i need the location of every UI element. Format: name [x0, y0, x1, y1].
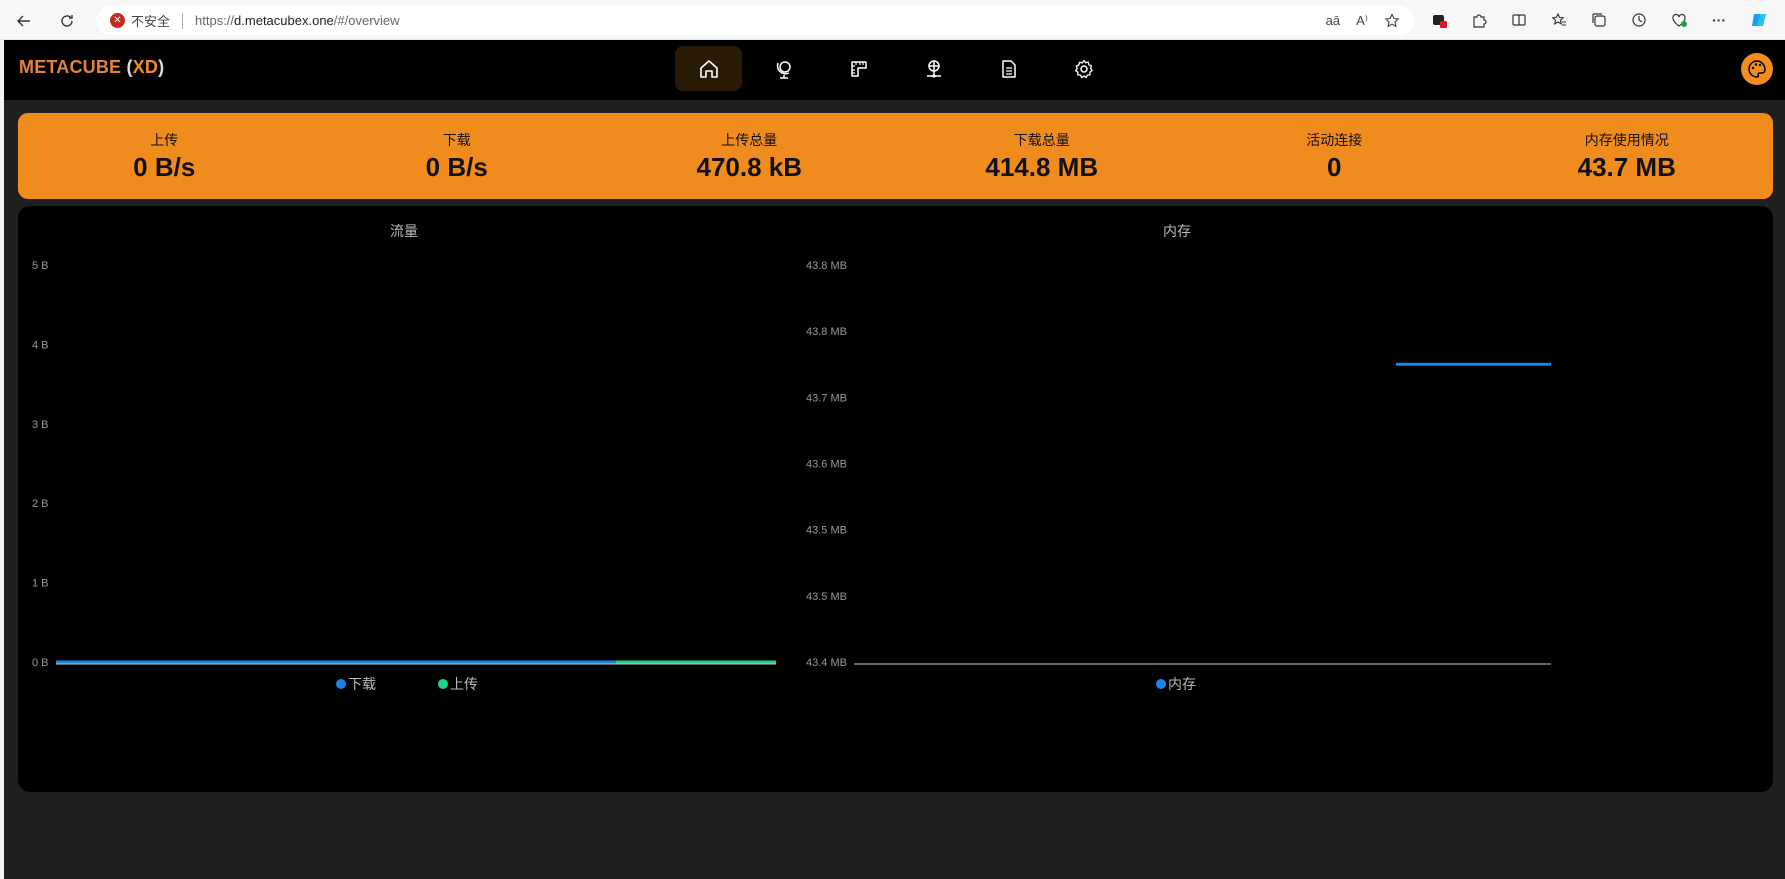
tab-overview[interactable] [675, 46, 742, 91]
not-secure-icon: ✕ [110, 13, 125, 28]
legend-marker [336, 679, 346, 689]
url-text[interactable]: https://d.metacubex.one/#/overview [195, 13, 400, 28]
y-tick-label: 43.4 MB [806, 657, 847, 669]
split-screen-icon[interactable] [1508, 9, 1530, 31]
app-root: METACUBE (XD) 上传 0 B/s 下载 0 B/s 上传总量 470… [4, 40, 1785, 879]
browser-essentials-icon[interactable] [1668, 9, 1690, 31]
legend-label: 内存 [1168, 676, 1196, 692]
legend-marker [1156, 679, 1166, 689]
top-navigation: METACUBE (XD) [4, 40, 1785, 100]
home-icon [699, 59, 718, 78]
reload-icon [61, 15, 73, 27]
charts-svg: 流量 0 B 1 B 2 B 3 B 4 B 5 B 下载 上传 内存 43.4 MB 43.5 MB… [32, 223, 1551, 692]
tab-rules[interactable] [825, 46, 892, 91]
stat-item: 下载总量 414.8 MB [896, 113, 1189, 199]
y-tick-label: 0 B [32, 657, 49, 669]
app-logo[interactable]: METACUBE (XD) [19, 57, 164, 78]
stat-item: 活动连接 0 [1188, 113, 1481, 199]
chart-title: 内存 [1163, 223, 1191, 239]
logo-paren-close: ) [158, 57, 165, 77]
favorite-star-icon[interactable] [1384, 12, 1400, 29]
y-tick-label: 43.8 MB [806, 260, 847, 272]
favorites-icon[interactable] [1548, 9, 1570, 31]
y-tick-label: 5 B [32, 260, 49, 272]
security-label[interactable]: 不安全 [131, 11, 170, 30]
stat-item: 下载 0 B/s [311, 113, 604, 199]
y-tick-label: 43.8 MB [806, 326, 847, 338]
settings-icon [1074, 59, 1093, 78]
address-bar[interactable]: ✕ 不安全 https://d.metacubex.one/#/overview… [96, 6, 1414, 35]
rules-icon [850, 60, 867, 77]
palette-icon [1748, 60, 1766, 78]
legend-marker [438, 679, 448, 689]
back-arrow-icon [17, 15, 30, 27]
tab-connections[interactable] [900, 46, 967, 91]
browser-toolbar: ✕ 不安全 https://d.metacubex.one/#/overview… [0, 0, 1785, 40]
stat-item: 上传总量 470.8 kB [603, 113, 896, 199]
y-tick-label: 3 B [32, 419, 49, 431]
chart-title: 流量 [390, 223, 418, 239]
tab-settings[interactable] [1050, 46, 1117, 91]
stats-panel: 上传 0 B/s 下载 0 B/s 上传总量 470.8 kB 下载总量 414.8 MB 活动… [18, 113, 1773, 199]
stat-label: 活动连接 [1306, 131, 1363, 148]
extensions-puzzle-icon[interactable] [1468, 9, 1490, 31]
stat-label: 下载总量 [1013, 131, 1070, 148]
stat-label: 下载 [442, 131, 471, 148]
y-tick-label: 43.6 MB [806, 459, 847, 471]
stat-value: 0 B/s [133, 151, 196, 182]
tab-logs[interactable] [975, 46, 1042, 91]
read-aloud-icon[interactable]: A⁾ [1356, 13, 1368, 29]
stat-value: 0 B/s [425, 151, 488, 182]
y-tick-label: 1 B [32, 578, 49, 590]
collections-icon[interactable] [1588, 9, 1610, 31]
stat-item: 上传 0 B/s [18, 113, 311, 199]
y-tick-label: 43.5 MB [806, 591, 847, 603]
y-tick-label: 2 B [32, 498, 49, 510]
copilot-icon[interactable] [1748, 9, 1770, 31]
y-tick-label: 4 B [32, 339, 49, 351]
extension-badge-icon[interactable] [1428, 9, 1450, 31]
stat-value: 470.8 kB [696, 151, 803, 182]
stat-label: 上传 [150, 131, 179, 148]
stat-label: 上传总量 [721, 131, 778, 148]
globe-icon [776, 60, 791, 79]
stat-item: 内存使用情况 43.7 MB [1481, 113, 1774, 199]
stat-value: 414.8 MB [985, 151, 1099, 182]
history-icon[interactable] [1628, 9, 1650, 31]
address-actions: aā A⁾ [1326, 6, 1400, 35]
legend-label: 上传 [450, 676, 478, 692]
y-tick-label: 43.5 MB [806, 525, 847, 537]
stat-value: 43.7 MB [1577, 151, 1676, 182]
charts-panel: 流量 0 B 1 B 2 B 3 B 4 B 5 B 下载 上传 内存 43.4 MB 43.5 MB… [18, 206, 1773, 792]
browser-extension-bar: ··· [1428, 8, 1770, 32]
address-divider [182, 12, 184, 29]
theme-switcher-button[interactable] [1741, 53, 1773, 85]
nav-tabs [675, 46, 1117, 91]
more-menu-icon[interactable]: ··· [1708, 9, 1730, 31]
translate-icon[interactable]: aā [1326, 13, 1340, 28]
stat-value: 0 [1327, 151, 1342, 182]
y-tick-label: 43.7 MB [806, 392, 847, 404]
legend-label: 下载 [348, 676, 376, 692]
reload-button[interactable] [55, 9, 79, 33]
stat-label: 内存使用情况 [1584, 131, 1669, 148]
logs-icon [1001, 59, 1016, 78]
connections-icon [926, 59, 941, 78]
logo-xd-text: XD [132, 57, 159, 77]
back-button[interactable] [12, 9, 36, 33]
logo-main-text: METACUBE [19, 57, 122, 77]
tab-proxies[interactable] [750, 46, 817, 91]
